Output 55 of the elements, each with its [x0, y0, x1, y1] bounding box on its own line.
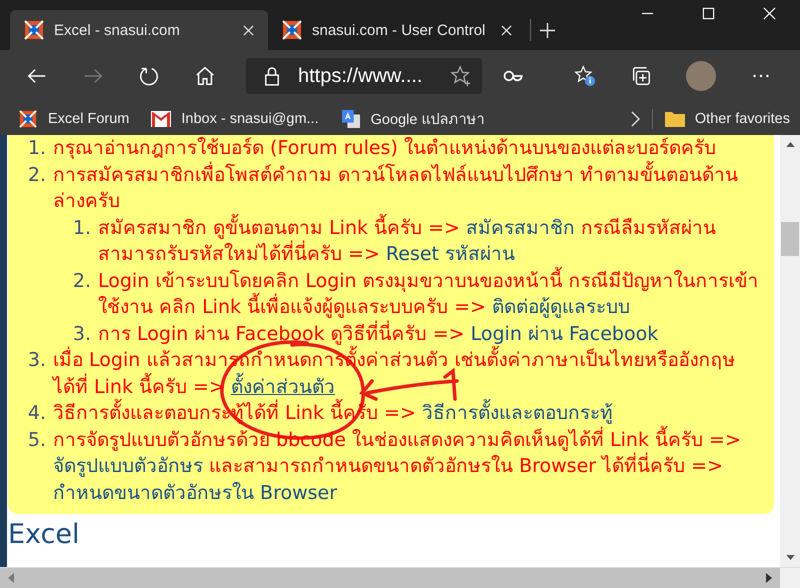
favorites-star-icon[interactable] — [574, 65, 596, 87]
collections-icon[interactable] — [630, 65, 652, 87]
scroll-down-icon[interactable] — [786, 555, 794, 560]
scroll-up-icon[interactable] — [786, 142, 794, 147]
browser-tab[interactable]: snasui.com - User Control — [268, 10, 526, 50]
site-logo-icon — [282, 20, 302, 40]
mail-icon — [151, 110, 172, 128]
text-link[interactable]: จัดรูปแบบตัวอักษร — [53, 455, 203, 477]
horizontal-scrollbar[interactable] — [0, 567, 800, 588]
list-number: 1. — [26, 136, 47, 161]
lock-icon — [264, 66, 280, 86]
scrollbar-thumb[interactable] — [781, 222, 799, 256]
list-item-text: สมัครสมาชิก ดูขั้นตอนตาม Link นี้ครับ => สมัครสมาชิก กรณีลืมรหัสผ่านสามารถรับรหัสใหม่ได้ที่นี่ครับ => Reset รหัสผ่าน — [98, 214, 770, 268]
folder-icon — [664, 110, 685, 128]
avatar-icon[interactable] — [686, 61, 716, 91]
site-logo-icon — [24, 20, 44, 40]
vertical-scrollbar[interactable] — [780, 135, 800, 567]
translate-icon — [340, 110, 361, 128]
close-icon[interactable] — [243, 24, 254, 36]
list-item-text: การ Login ผ่าน Facebook ดูวิธีที่นี่ครับ => Login ผ่าน Facebook — [98, 320, 660, 346]
bookmark[interactable]: Excel Forum — [18, 110, 130, 128]
close-icon[interactable] — [501, 24, 512, 36]
list-number: 2. — [26, 162, 47, 188]
list-number: 5. — [26, 428, 47, 452]
list-number: 1. — [72, 216, 92, 240]
list-number: 2. — [72, 268, 92, 294]
list-number: 3. — [26, 348, 47, 373]
text-link[interactable]: ติดต่อผู้ดูแลระบบ — [492, 296, 630, 318]
text-link[interactable]: Reset รหัสผ่าน — [386, 243, 516, 265]
address-bar[interactable]: https://www.... — [246, 58, 482, 94]
bookmark[interactable]: Inbox - snasui@gm... — [151, 110, 319, 128]
plus-icon[interactable] — [539, 22, 556, 39]
tab-title: Excel - snasui.com — [54, 22, 181, 38]
chevron-right-icon[interactable] — [630, 110, 640, 126]
text-link[interactable]: สมัครสมาชิก — [466, 216, 575, 238]
home-icon[interactable] — [194, 65, 216, 87]
bookmark[interactable]: Google แปลภาษา — [340, 107, 484, 130]
refresh-icon[interactable] — [138, 65, 160, 87]
scroll-right-icon[interactable] — [766, 573, 772, 583]
url-text: https://www.... — [298, 64, 424, 88]
site-logo-icon — [18, 110, 38, 128]
list-item-text: Login เข้าระบบโดยคลิก Login ตรงมุมขวาบนของหน้านี้ กรณีมีปัญหาในการเข้าใช้งาน คลิก Link นี้เพื่อแจ้งผู้ดูแลระบบครับ => ติดต่อผู้ดูแลระบบ — [98, 268, 770, 320]
list-number: 3. — [72, 322, 92, 346]
browser-tab[interactable]: Excel - snasui.com — [10, 10, 268, 50]
list-item-text: การสมัครสมาชิกเพื่อโพสต์คำถาม ดาวน์โหลดไฟล์แนบไปศึกษา ทำตามขั้นตอนด้านล่างครับ — [53, 162, 770, 214]
text-link[interactable]: กำหนดขนาดตัวอักษรใน Browser — [53, 482, 338, 504]
star-plus-icon[interactable] — [450, 65, 472, 87]
list-number: 4. — [26, 401, 47, 426]
section-heading: Excel — [8, 518, 81, 552]
text-link[interactable]: Login ผ่าน Facebook — [470, 322, 658, 344]
scrollbar-corner — [780, 568, 800, 588]
bookmark-folder[interactable]: Other favorites — [664, 110, 790, 128]
list-item-text: กรุณาอ่านกฎการใช้บอร์ด (Forum rules) ในตำแหน่งด้านบนของแต่ละบอร์ดครับ — [53, 136, 717, 160]
maximize-icon[interactable] — [702, 7, 715, 20]
tab-title: snasui.com - User Control — [312, 22, 486, 38]
